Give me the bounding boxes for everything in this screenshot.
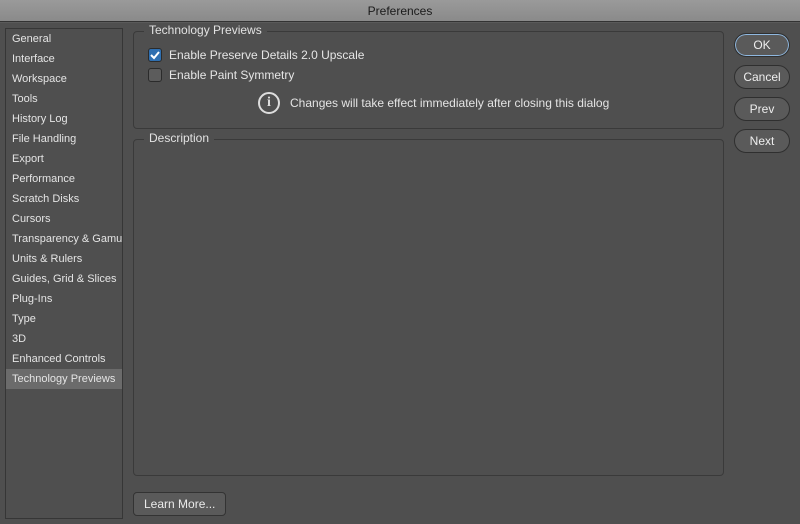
sidebar-item-label: Performance: [12, 173, 75, 185]
sidebar-item-label: Export: [12, 153, 44, 165]
sidebar-item-label: Transparency & Gamut: [12, 233, 122, 245]
description-title: Description: [144, 131, 214, 145]
sidebar-item-label: Guides, Grid & Slices: [12, 273, 117, 285]
sidebar-item[interactable]: History Log: [6, 109, 122, 129]
sidebar-item-label: Tools: [12, 93, 38, 105]
sidebar-item-label: Units & Rulers: [12, 253, 82, 265]
sidebar-item-label: Cursors: [12, 213, 51, 225]
sidebar-item-label: Interface: [12, 53, 55, 65]
sidebar-item-label: Plug-Ins: [12, 293, 52, 305]
window-body: General Interface Workspace Tools History Lo…: [0, 22, 800, 524]
checkbox-label: Enable Paint Symmetry: [169, 68, 294, 82]
sidebar-item[interactable]: Interface: [6, 49, 122, 69]
sidebar-item-label: Technology Previews: [12, 373, 115, 385]
sidebar-item-label: Type: [12, 313, 36, 325]
sidebar-item[interactable]: Technology Previews: [6, 369, 122, 389]
sidebar-item-label: Scratch Disks: [12, 193, 79, 205]
checkbox-row: Enable Preserve Details 2.0 Upscale: [148, 48, 709, 62]
sidebar-item-label: General: [12, 33, 51, 45]
sidebar-item[interactable]: Enhanced Controls: [6, 349, 122, 369]
sidebar-item[interactable]: Export: [6, 149, 122, 169]
sidebar-item-label: 3D: [12, 333, 26, 345]
sidebar: General Interface Workspace Tools History Lo…: [5, 28, 123, 519]
sidebar-item-label: Workspace: [12, 73, 67, 85]
checkbox-label: Enable Preserve Details 2.0 Upscale: [169, 48, 364, 62]
sidebar-item-label: Enhanced Controls: [12, 353, 106, 365]
tech-previews-group: Technology Previews Enable Preserve Deta…: [133, 31, 724, 129]
checkbox[interactable]: [148, 48, 162, 62]
sidebar-item[interactable]: Units & Rulers: [6, 249, 122, 269]
sidebar-item[interactable]: Guides, Grid & Slices: [6, 269, 122, 289]
sidebar-item[interactable]: File Handling: [6, 129, 122, 149]
prev-button[interactable]: Prev: [734, 97, 790, 121]
main-panel: Technology Previews Enable Preserve Deta…: [123, 23, 730, 524]
info-icon: i: [258, 92, 280, 114]
sidebar-item[interactable]: General: [6, 29, 122, 49]
sidebar-item[interactable]: Scratch Disks: [6, 189, 122, 209]
sidebar-item[interactable]: Transparency & Gamut: [6, 229, 122, 249]
description-group: Description: [133, 139, 724, 476]
sidebar-item[interactable]: Tools: [6, 89, 122, 109]
button-column: OK Cancel Prev Next: [730, 23, 800, 524]
cancel-button[interactable]: Cancel: [734, 65, 790, 89]
sidebar-item[interactable]: Type: [6, 309, 122, 329]
sidebar-item[interactable]: 3D: [6, 329, 122, 349]
sidebar-item[interactable]: Cursors: [6, 209, 122, 229]
window-title: Preferences: [368, 4, 433, 18]
checkbox[interactable]: [148, 68, 162, 82]
titlebar: Preferences: [0, 0, 800, 22]
checkbox-row: Enable Paint Symmetry: [148, 68, 709, 82]
notice-text: Changes will take effect immediately aft…: [290, 96, 609, 110]
sidebar-item-label: History Log: [12, 113, 68, 125]
notice-row: i Changes will take effect immediately a…: [258, 92, 709, 114]
ok-button[interactable]: OK: [734, 33, 790, 57]
next-button[interactable]: Next: [734, 129, 790, 153]
learn-more-button[interactable]: Learn More...: [133, 492, 226, 516]
sidebar-item[interactable]: Plug-Ins: [6, 289, 122, 309]
group-title: Technology Previews: [144, 23, 267, 37]
sidebar-item[interactable]: Workspace: [6, 69, 122, 89]
sidebar-item[interactable]: Performance: [6, 169, 122, 189]
sidebar-item-label: File Handling: [12, 133, 76, 145]
